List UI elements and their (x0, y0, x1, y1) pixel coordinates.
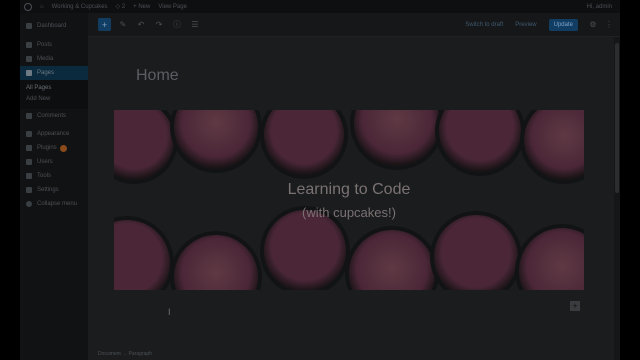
comment-icon (26, 113, 32, 119)
sidebar-item-collapse[interactable]: Collapse menu (20, 197, 88, 211)
plug-icon (26, 145, 32, 151)
sidebar-item-label: Tools (37, 173, 52, 179)
cover-block[interactable]: Learning to Code (with cupcakes!) (114, 110, 584, 290)
gear-icon[interactable]: ⚙ (588, 20, 598, 30)
view-page-link[interactable]: View Page (158, 4, 187, 10)
admin-sidebar: Dashboard Posts Media Pages All Pages Ad… (20, 13, 88, 360)
more-options-icon[interactable]: ⋮ (604, 20, 614, 30)
sidebar-item-label: Dashboard (37, 23, 67, 29)
pin-icon (26, 42, 32, 48)
sidebar-item-appearance[interactable]: Appearance (20, 127, 88, 141)
update-button[interactable]: Update (548, 18, 578, 31)
info-icon[interactable]: ⓘ (171, 19, 183, 31)
editor-window: ⌂ Working & Cupcakes ◇ 2 + New View Page… (20, 0, 620, 360)
pages-icon (26, 70, 32, 76)
cover-text: Learning to Code (with cupcakes!) (114, 110, 584, 290)
sidebar-item-settings[interactable]: Settings (20, 183, 88, 197)
switch-to-draft-button[interactable]: Switch to draft (465, 22, 503, 28)
cover-title[interactable]: Learning to Code (288, 181, 411, 199)
redo-icon[interactable]: ↷ (153, 19, 165, 31)
sidebar-item-comments[interactable]: Comments (20, 109, 88, 123)
editor-canvas: Home Learning to Code (with cupcakes!) I… (88, 37, 614, 360)
sidebar-item-plugins[interactable]: Plugins (20, 141, 88, 155)
sidebar-item-users[interactable]: Users (20, 155, 88, 169)
wordpress-logo-icon[interactable] (24, 2, 32, 11)
comments-count: 2 (121, 3, 126, 10)
brush-icon (26, 131, 32, 137)
page-title[interactable]: Home (136, 67, 179, 85)
text-cursor-icon: I (168, 307, 171, 317)
submenu-all-pages[interactable]: All Pages (20, 83, 88, 94)
sidebar-item-label: Appearance (37, 131, 70, 137)
comments-link[interactable]: ◇ 2 (116, 3, 126, 11)
sidebar-item-label: Pages (37, 70, 55, 76)
scrollbar-thumb[interactable] (615, 43, 619, 193)
site-name-link[interactable]: Working & Cupcakes (52, 4, 108, 10)
user-icon (26, 159, 32, 165)
media-icon (26, 56, 32, 62)
add-block-button[interactable]: + (98, 18, 111, 31)
block-breadcrumb[interactable]: Document → Paragraph (98, 351, 152, 357)
sidebar-item-label: Media (37, 56, 54, 62)
admin-bar: ⌂ Working & Cupcakes ◇ 2 + New View Page… (20, 0, 620, 13)
preview-button[interactable]: Preview (515, 22, 536, 28)
home-icon: ⌂ (40, 3, 44, 10)
sidebar-item-dashboard[interactable]: Dashboard (20, 19, 88, 33)
sidebar-item-media[interactable]: Media (20, 52, 88, 66)
sidebar-item-pages[interactable]: Pages (20, 66, 88, 80)
sidebar-item-posts[interactable]: Posts (20, 38, 88, 52)
collapse-icon (26, 201, 32, 207)
new-content-link[interactable]: + New (133, 4, 150, 10)
editor-toolbar: + ✎ ↶ ↷ ⓘ ☰ Switch to draft Preview Upda… (88, 13, 620, 37)
update-badge (59, 144, 67, 152)
editor-scrollbar[interactable] (614, 37, 620, 360)
sidebar-item-label: Comments (37, 113, 67, 119)
list-view-icon[interactable]: ☰ (189, 19, 201, 31)
sidebar-item-label: Plugins (37, 145, 57, 151)
cover-subtitle[interactable]: (with cupcakes!) (302, 205, 396, 220)
user-greeting[interactable]: Hi, admin (587, 4, 612, 10)
sidebar-item-label: Collapse menu (37, 201, 78, 207)
inline-add-block-button[interactable]: + (570, 301, 580, 311)
pages-submenu: All Pages Add New (20, 80, 88, 109)
sidebar-item-label: Posts (37, 42, 53, 48)
settings-icon (26, 187, 32, 193)
gauge-icon (26, 23, 32, 29)
undo-icon[interactable]: ↶ (135, 19, 147, 31)
sidebar-item-label: Users (37, 159, 53, 165)
submenu-add-new[interactable]: Add New (20, 94, 88, 105)
wrench-icon (26, 173, 32, 179)
sidebar-item-tools[interactable]: Tools (20, 169, 88, 183)
pencil-icon[interactable]: ✎ (117, 19, 129, 31)
sidebar-item-label: Settings (37, 187, 59, 193)
